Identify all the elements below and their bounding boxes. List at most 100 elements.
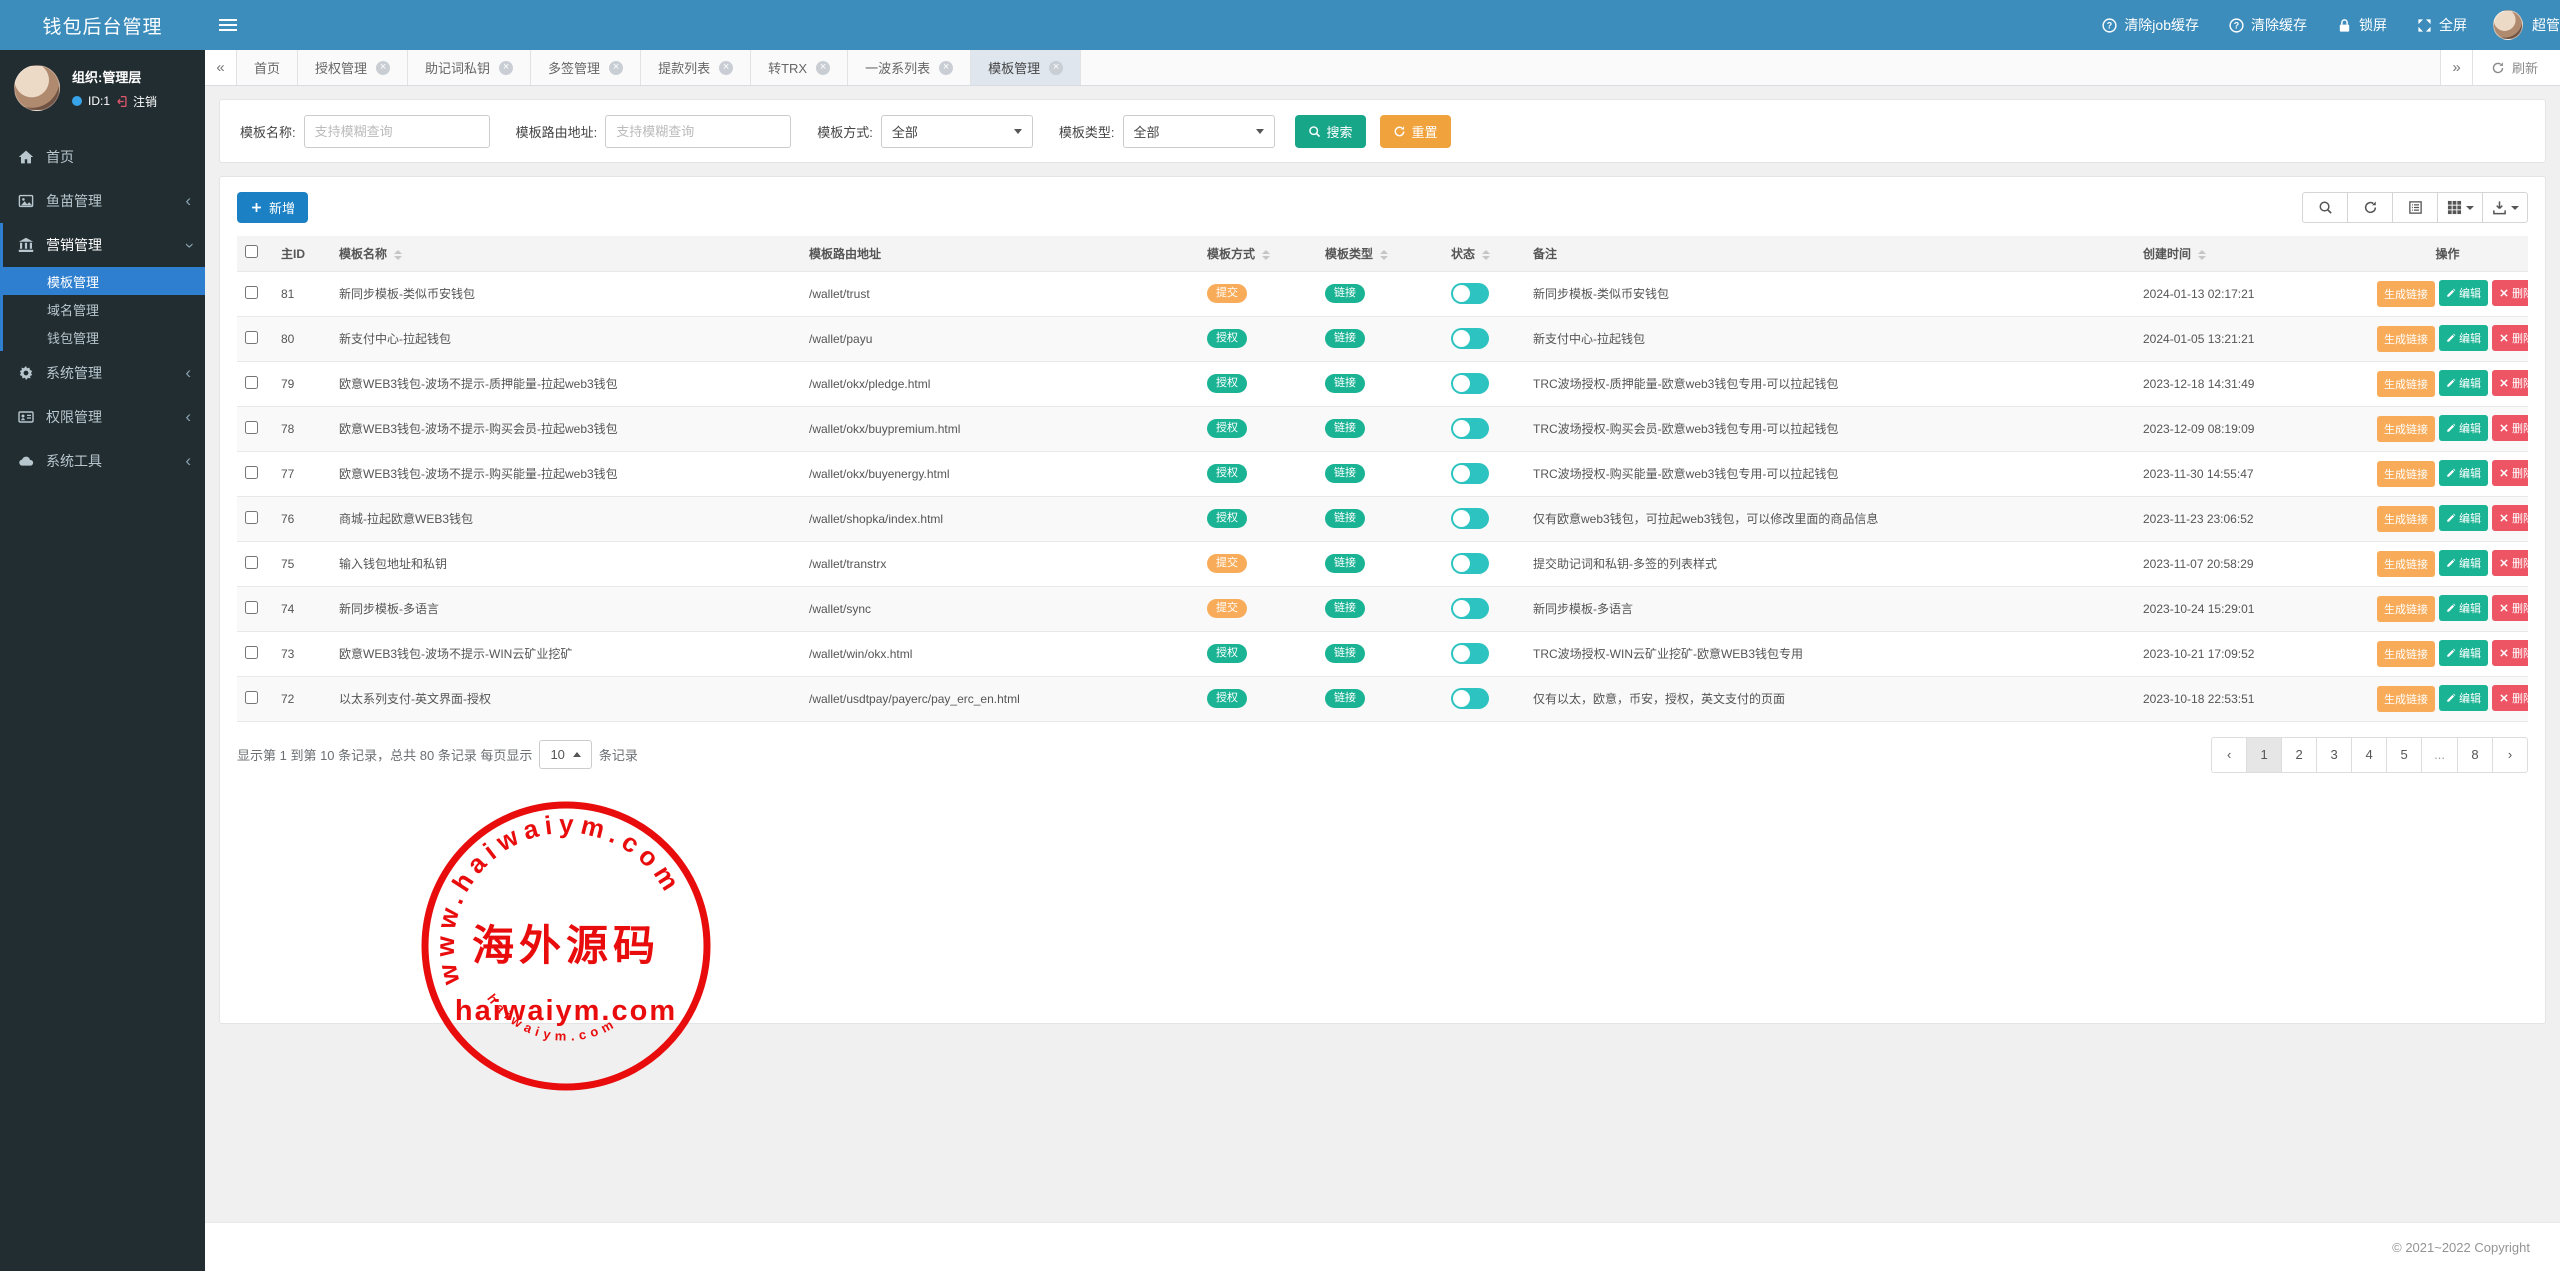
sort-icon[interactable] (1380, 250, 1388, 260)
status-toggle[interactable] (1451, 283, 1489, 304)
generate-link-button[interactable]: 生成链接 (2377, 281, 2435, 307)
tab-refresh-button[interactable]: 刷新 (2472, 50, 2560, 85)
template-type-select[interactable]: 全部 (1123, 115, 1275, 148)
sidebar-item-home[interactable]: 首页 (3, 135, 205, 179)
header-action-clear-job-cache[interactable]: ?清除job缓存 (2102, 15, 2199, 35)
status-toggle[interactable] (1451, 598, 1489, 619)
col-header-method[interactable]: 模板方式 (1199, 236, 1317, 271)
delete-button[interactable]: 删除 (2492, 685, 2528, 711)
page-button-dots[interactable]: ... (2421, 737, 2458, 773)
sort-icon[interactable] (2198, 250, 2206, 260)
page-button-next[interactable]: › (2492, 737, 2528, 773)
tab-mnemonic[interactable]: 助记词私钥× (408, 50, 531, 85)
page-button-prev[interactable]: ‹ (2211, 737, 2247, 773)
delete-button[interactable]: 删除 (2492, 415, 2528, 441)
row-checkbox[interactable] (245, 691, 258, 704)
tab-yibo[interactable]: 一波系列表× (848, 50, 971, 85)
tab-close-icon[interactable]: × (376, 61, 390, 75)
status-toggle[interactable] (1451, 418, 1489, 439)
sidebar-item-fish[interactable]: 鱼苗管理‹ (3, 179, 205, 223)
tab-close-icon[interactable]: × (719, 61, 733, 75)
sort-icon[interactable] (1482, 250, 1490, 260)
row-checkbox[interactable] (245, 601, 258, 614)
tabs-scroll-left-button[interactable]: « (205, 50, 237, 85)
page-size-dropdown[interactable]: 10 (539, 740, 591, 769)
sort-icon[interactable] (394, 250, 402, 260)
status-toggle[interactable] (1451, 463, 1489, 484)
tab-close-icon[interactable]: × (609, 61, 623, 75)
delete-button[interactable]: 删除 (2492, 280, 2528, 306)
page-button-2[interactable]: 2 (2281, 737, 2317, 773)
status-toggle[interactable] (1451, 328, 1489, 349)
export-button[interactable] (2482, 192, 2528, 223)
sidebar-item-tools[interactable]: 系统工具‹ (3, 439, 205, 483)
template-route-input[interactable] (605, 115, 791, 148)
col-header-type[interactable]: 模板类型 (1317, 236, 1443, 271)
tab-close-icon[interactable]: × (939, 61, 953, 75)
delete-button[interactable]: 删除 (2492, 595, 2528, 621)
toggle-view-button[interactable] (2392, 192, 2438, 223)
tabs-scroll-right-button[interactable]: » (2440, 50, 2472, 85)
row-checkbox[interactable] (245, 331, 258, 344)
status-toggle[interactable] (1451, 373, 1489, 394)
status-toggle[interactable] (1451, 553, 1489, 574)
edit-button[interactable]: 编辑 (2439, 505, 2488, 531)
row-checkbox[interactable] (245, 286, 258, 299)
search-button[interactable]: 搜索 (1295, 115, 1366, 148)
tab-trx[interactable]: 转TRX× (751, 50, 848, 85)
select-all-checkbox[interactable] (245, 245, 258, 258)
delete-button[interactable]: 删除 (2492, 640, 2528, 666)
generate-link-button[interactable]: 生成链接 (2377, 686, 2435, 712)
tab-multisig[interactable]: 多签管理× (531, 50, 641, 85)
sidebar-toggle-button[interactable] (205, 0, 251, 50)
reset-button[interactable]: 重置 (1380, 115, 1451, 148)
edit-button[interactable]: 编辑 (2439, 640, 2488, 666)
tab-home[interactable]: 首页 (237, 50, 298, 85)
delete-button[interactable]: 删除 (2492, 460, 2528, 486)
edit-button[interactable]: 编辑 (2439, 595, 2488, 621)
row-checkbox[interactable] (245, 511, 258, 524)
generate-link-button[interactable]: 生成链接 (2377, 326, 2435, 352)
edit-button[interactable]: 编辑 (2439, 280, 2488, 306)
tab-template[interactable]: 模板管理× (971, 50, 1081, 85)
tab-close-icon[interactable]: × (499, 61, 513, 75)
header-action-lock-screen[interactable]: 锁屏 (2337, 15, 2387, 35)
generate-link-button[interactable]: 生成链接 (2377, 596, 2435, 622)
columns-button[interactable] (2437, 192, 2483, 223)
tab-close-icon[interactable]: × (1049, 61, 1063, 75)
row-checkbox[interactable] (245, 466, 258, 479)
sidebar-subitem-template[interactable]: 模板管理 (3, 267, 205, 295)
generate-link-button[interactable]: 生成链接 (2377, 371, 2435, 397)
table-refresh-button[interactable] (2347, 192, 2393, 223)
row-checkbox[interactable] (245, 376, 258, 389)
sidebar-subitem-wallet[interactable]: 钱包管理 (3, 323, 205, 351)
delete-button[interactable]: 删除 (2492, 505, 2528, 531)
page-button-4[interactable]: 4 (2351, 737, 2387, 773)
tab-withdraw[interactable]: 提款列表× (641, 50, 751, 85)
col-header-created[interactable]: 创建时间 (2135, 236, 2367, 271)
header-action-fullscreen[interactable]: 全屏 (2417, 15, 2467, 35)
edit-button[interactable]: 编辑 (2439, 325, 2488, 351)
page-button-5[interactable]: 5 (2386, 737, 2422, 773)
edit-button[interactable]: 编辑 (2439, 415, 2488, 441)
tab-close-icon[interactable]: × (816, 61, 830, 75)
template-name-input[interactable] (304, 115, 490, 148)
sidebar-item-marketing[interactable]: 营销管理‹ (3, 223, 205, 267)
page-button-8[interactable]: 8 (2457, 737, 2493, 773)
sidebar-item-system[interactable]: 系统管理‹ (3, 351, 205, 395)
edit-button[interactable]: 编辑 (2439, 370, 2488, 396)
row-checkbox[interactable] (245, 421, 258, 434)
edit-button[interactable]: 编辑 (2439, 685, 2488, 711)
delete-button[interactable]: 删除 (2492, 550, 2528, 576)
generate-link-button[interactable]: 生成链接 (2377, 506, 2435, 532)
edit-button[interactable]: 编辑 (2439, 460, 2488, 486)
table-search-button[interactable] (2302, 192, 2348, 223)
add-button[interactable]: 新增 (237, 192, 308, 223)
page-button-3[interactable]: 3 (2316, 737, 2352, 773)
col-header-status[interactable]: 状态 (1443, 236, 1525, 271)
delete-button[interactable]: 删除 (2492, 325, 2528, 351)
sidebar-subitem-domain[interactable]: 域名管理 (3, 295, 205, 323)
generate-link-button[interactable]: 生成链接 (2377, 641, 2435, 667)
header-user-menu[interactable]: 超管 (2493, 0, 2560, 50)
status-toggle[interactable] (1451, 688, 1489, 709)
